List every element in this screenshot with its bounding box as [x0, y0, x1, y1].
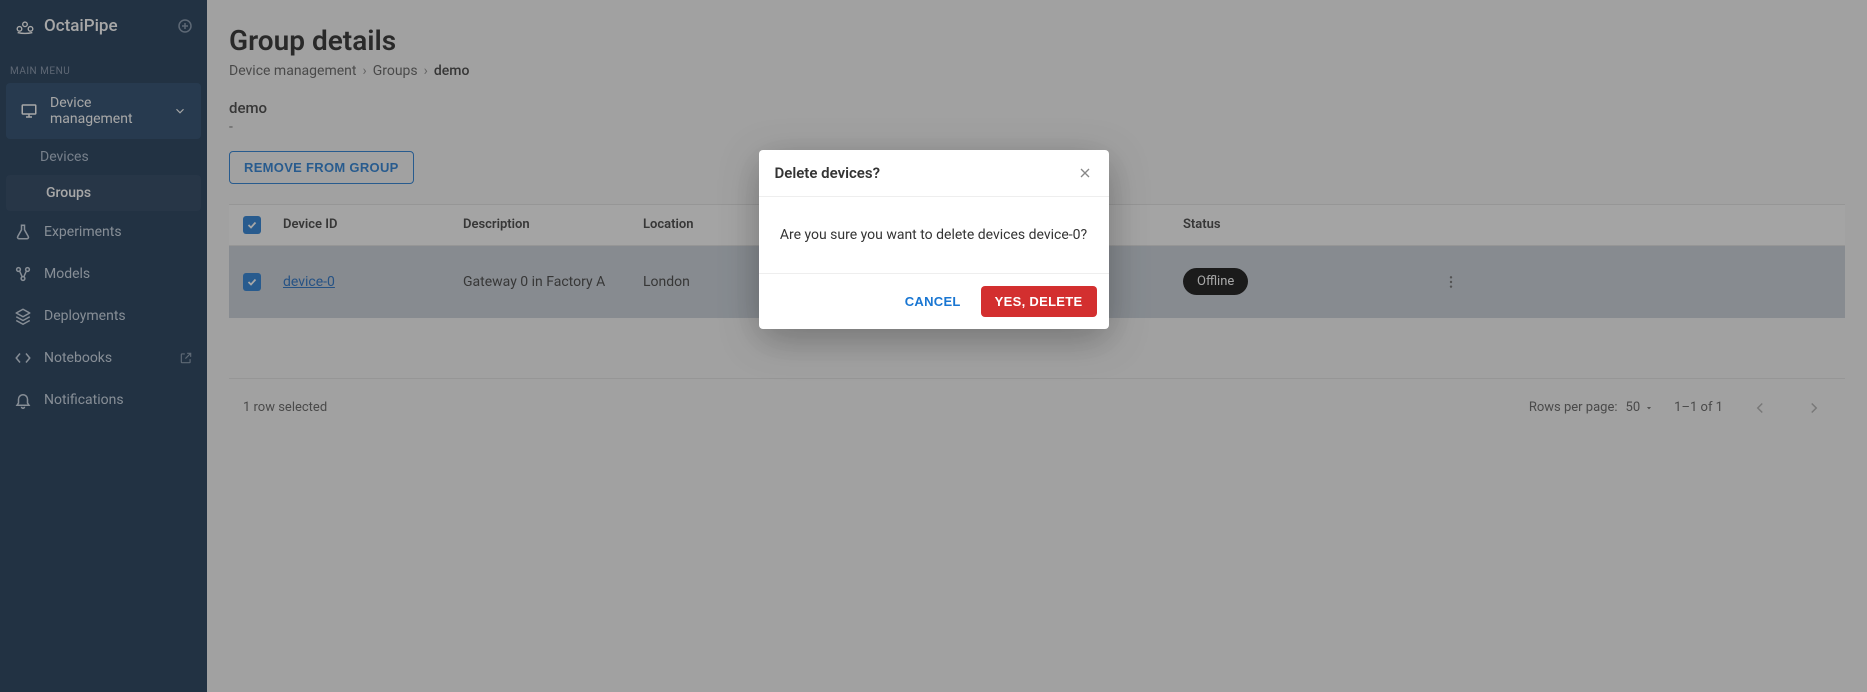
dialog-overlay[interactable]: Delete devices? Are you sure you want to… — [0, 0, 1867, 692]
confirm-delete-button[interactable]: YES, DELETE — [981, 286, 1097, 317]
delete-confirmation-dialog: Delete devices? Are you sure you want to… — [759, 150, 1109, 329]
close-icon[interactable] — [1077, 165, 1093, 181]
dialog-title: Delete devices? — [775, 164, 880, 182]
cancel-button[interactable]: CANCEL — [893, 286, 973, 317]
dialog-body: Are you sure you want to delete devices … — [759, 197, 1109, 273]
